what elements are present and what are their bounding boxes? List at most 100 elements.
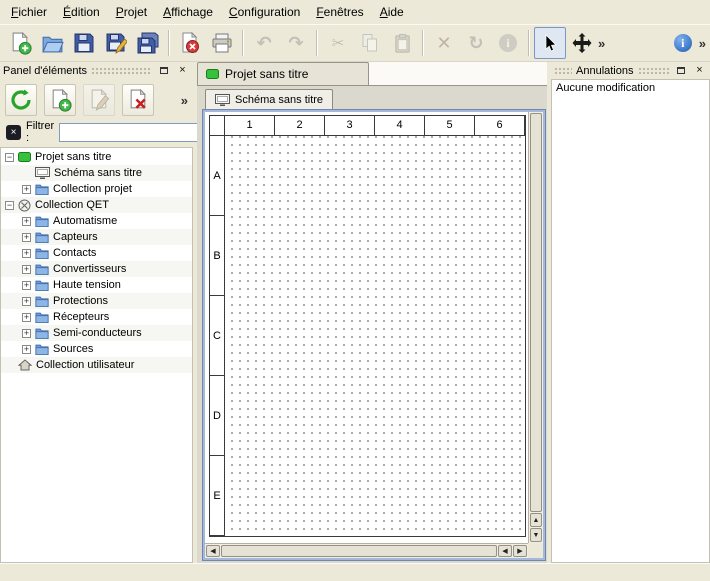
schema-icon [35, 167, 50, 179]
tree-item-recepteurs[interactable]: + Récepteurs [1, 309, 192, 325]
reload-collections-button[interactable] [5, 84, 37, 116]
tree-item-haute-tension[interactable]: + Haute tension [1, 277, 192, 293]
expand-icon[interactable]: + [22, 265, 31, 274]
toolbar-separator [242, 30, 244, 56]
cut-button[interactable]: ✂ [322, 27, 354, 59]
tree-item-projet-sans-titre[interactable]: − Projet sans titre [1, 149, 192, 165]
selection-info-icon: i [499, 34, 517, 52]
menu-edition[interactable]: Édition [55, 2, 108, 22]
save-button[interactable] [68, 27, 100, 59]
scroll-left-button[interactable]: ◀ [206, 545, 220, 557]
dock-grip[interactable] [638, 67, 670, 75]
collapse-icon[interactable]: − [5, 201, 14, 210]
tree-item-schema-sans-titre[interactable]: Schéma sans titre [1, 165, 192, 181]
tree-item-sources[interactable]: + Sources [1, 341, 192, 357]
expand-icon[interactable]: + [22, 185, 31, 194]
expand-icon[interactable]: + [22, 249, 31, 258]
dock-close-button[interactable]: × [175, 64, 190, 78]
tree-item-protections[interactable]: + Protections [1, 293, 192, 309]
horizontal-scrollbar[interactable]: ◀ ◀ ▶ [205, 543, 528, 558]
scroll-right-button[interactable]: ▶ [513, 545, 527, 557]
scroll-down-button[interactable]: ▼ [530, 528, 542, 542]
dock-float-button[interactable] [156, 64, 171, 78]
menu-affichage[interactable]: Affichage [155, 2, 221, 22]
undo-dock-titlebar[interactable]: Annulations × [551, 62, 710, 79]
tree-item-label: Automatisme [53, 215, 117, 227]
tree-item-collection-utilisateur[interactable]: Collection utilisateur [1, 357, 192, 373]
panel-overflow-chevron[interactable]: » [181, 93, 188, 108]
menu-fenetres[interactable]: Fenêtres [308, 2, 371, 22]
column-ruler: 1 2 3 4 5 6 [225, 116, 525, 136]
project-tabbar: Projet sans titre [197, 62, 547, 86]
delete-button[interactable]: ✕ [428, 27, 460, 59]
selection-info-button[interactable]: i [492, 27, 524, 59]
select-tool-button[interactable] [534, 27, 566, 59]
undo-icon: ↶ [256, 34, 271, 52]
expand-icon[interactable]: + [22, 329, 31, 338]
edit-element-icon [88, 89, 111, 112]
expand-icon[interactable]: + [22, 313, 31, 322]
tab-schema-sans-titre[interactable]: Schéma sans titre [205, 89, 333, 110]
menu-fichier[interactable]: Fichier [3, 2, 55, 22]
tree-item-label: Collection QET [35, 199, 109, 211]
elements-panel-titlebar[interactable]: Panel d'éléments × [0, 62, 193, 79]
vertical-scrollbar[interactable]: ▲ ▼ [528, 112, 543, 543]
expand-icon[interactable]: + [22, 345, 31, 354]
tree-item-semi-conducteurs[interactable]: + Semi-conducteurs [1, 325, 192, 341]
undo-button[interactable]: ↶ [248, 27, 280, 59]
main-area: Panel d'éléments × » × Filtrer : [0, 62, 710, 563]
tab-projet-sans-titre[interactable]: Projet sans titre [197, 62, 369, 85]
redo-button[interactable]: ↷ [280, 27, 312, 59]
new-document-button[interactable] [4, 27, 36, 59]
menu-configuration[interactable]: Configuration [221, 2, 308, 22]
tree-item-automatisme[interactable]: + Automatisme [1, 213, 192, 229]
copy-button[interactable] [354, 27, 386, 59]
save-as-button[interactable] [100, 27, 132, 59]
vscroll-thumb[interactable] [530, 113, 542, 512]
new-element-button[interactable] [44, 84, 76, 116]
tree-item-label: Haute tension [53, 279, 121, 291]
expand-icon[interactable]: + [22, 217, 31, 226]
dock-close-button[interactable]: × [692, 64, 707, 78]
scrollbar-corner [528, 543, 543, 558]
expand-icon[interactable]: + [22, 297, 31, 306]
expand-icon[interactable]: + [22, 233, 31, 242]
menu-projet[interactable]: Projet [108, 2, 155, 22]
collapse-icon[interactable]: − [5, 153, 14, 162]
edit-element-button[interactable] [83, 84, 115, 116]
undo-history-list[interactable]: Aucune modification [551, 79, 710, 563]
tree-item-collection-projet[interactable]: + Collection projet [1, 181, 192, 197]
folder-icon [35, 295, 49, 307]
paste-button[interactable] [386, 27, 418, 59]
clear-filter-icon[interactable]: × [6, 125, 21, 140]
print-button[interactable] [206, 27, 238, 59]
save-all-button[interactable] [132, 27, 164, 59]
rotate-button[interactable]: ↻ [460, 27, 492, 59]
diagram-grid-canvas[interactable] [225, 136, 525, 536]
delete-element-button[interactable] [122, 84, 154, 116]
tree-item-capteurs[interactable]: + Capteurs [1, 229, 192, 245]
toolbar-overflow-chevron-2[interactable]: » [699, 36, 706, 51]
close-file-button[interactable] [174, 27, 206, 59]
menu-aide[interactable]: Aide [372, 2, 412, 22]
dock-grip[interactable] [554, 67, 572, 75]
elements-tree: − Projet sans titre Schéma sans titre + … [0, 147, 193, 563]
expand-icon[interactable]: + [22, 281, 31, 290]
toolbar-overflow-chevron[interactable]: » [598, 36, 605, 51]
scroll-left-button-2[interactable]: ◀ [498, 545, 512, 557]
scroll-up-button[interactable]: ▲ [530, 513, 542, 527]
dock-grip[interactable] [91, 67, 152, 75]
open-button[interactable] [36, 27, 68, 59]
about-button[interactable]: i [667, 27, 699, 59]
tree-item-convertisseurs[interactable]: + Convertisseurs [1, 261, 192, 277]
filter-input[interactable] [59, 123, 207, 142]
save-all-icon [137, 32, 159, 54]
tree-item-collection-qet[interactable]: − Collection QET [1, 197, 192, 213]
dock-float-button[interactable] [673, 64, 688, 78]
hscroll-thumb[interactable] [221, 545, 497, 557]
diagram-view: 1 2 3 4 5 6 A B C D E [203, 110, 545, 560]
redo-icon: ↷ [288, 34, 303, 52]
tree-item-contacts[interactable]: + Contacts [1, 245, 192, 261]
move-tool-button[interactable] [566, 27, 598, 59]
diagram-viewport[interactable]: 1 2 3 4 5 6 A B C D E [205, 112, 528, 543]
